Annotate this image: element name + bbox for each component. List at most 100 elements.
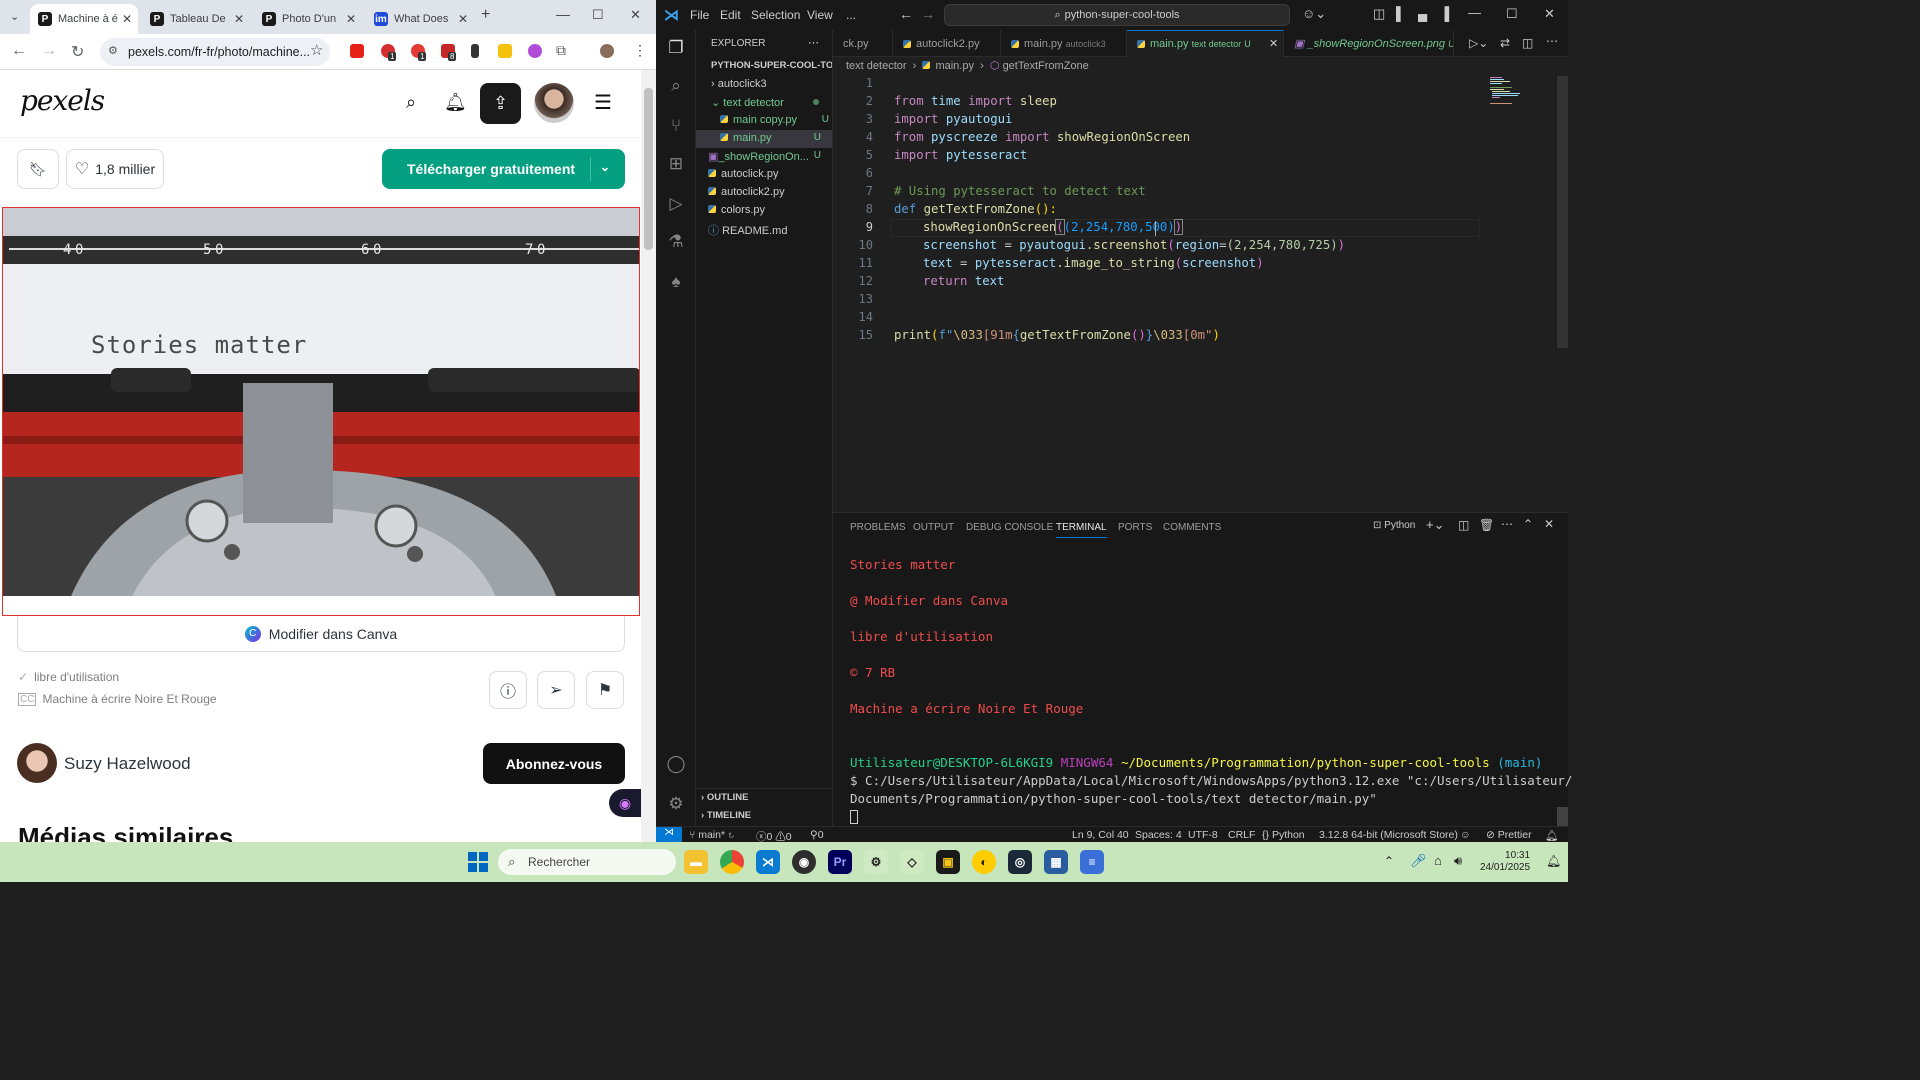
tab-terminal[interactable]: TERMINAL [1056, 522, 1107, 538]
tab-ports[interactable]: PORTS [1118, 522, 1152, 533]
tree-file[interactable]: ▣_showRegionOn... U [708, 150, 832, 163]
extensions-icon[interactable]: ⊞ [665, 154, 687, 176]
bookmark-button[interactable]: 🔖︎ [17, 149, 59, 189]
file-explorer-icon[interactable]: ▬ [684, 850, 708, 874]
editor-tab[interactable]: autoclick2.py [893, 30, 1001, 57]
author-avatar[interactable] [17, 743, 57, 783]
extension-icon[interactable] [528, 44, 542, 58]
split-terminal-icon[interactable]: ◫ [1458, 518, 1469, 532]
forward-icon[interactable]: → [41, 42, 57, 60]
app-icon[interactable]: ◐ [972, 850, 996, 874]
menu-selection[interactable]: Selection [751, 8, 800, 22]
toggle-secondary-sidebar-icon[interactable]: ▐ [1440, 6, 1449, 21]
site-info-icon[interactable]: ⚙ [108, 44, 118, 57]
language-mode[interactable]: {} Python [1262, 829, 1305, 841]
more-actions-icon[interactable]: ⋯ [1546, 34, 1558, 48]
puzzle-extensions-icon[interactable]: ⧉ [556, 42, 566, 59]
breadcrumb-item[interactable]: main.py [935, 60, 974, 72]
explorer-icon[interactable]: ❐ [665, 38, 687, 60]
extension-icon[interactable]: 8 [441, 44, 457, 61]
extension-icon[interactable] [498, 44, 512, 58]
editor-tab-active[interactable]: main.py text detector U ✕ [1127, 30, 1284, 57]
tab-search-icon[interactable]: ⌄ [10, 10, 19, 23]
close-panel-icon[interactable]: ✕ [1544, 517, 1554, 531]
obs-icon[interactable]: ◉ [792, 850, 816, 874]
layout-icon[interactable]: ◫ [1373, 6, 1385, 22]
code-editor[interactable]: 1 2 3 4 5 6 7 8 9 10 11 12 13 14 15 from time import s… [833, 76, 1568, 512]
back-icon[interactable]: ← [899, 6, 913, 22]
microphone-icon[interactable]: 🎤︎ [1410, 853, 1427, 869]
minimize-icon[interactable]: — [1468, 5, 1481, 20]
menu-view[interactable]: View [807, 8, 833, 22]
volume-icon[interactable]: 🔊︎ [1454, 853, 1462, 869]
tree-file[interactable]: main copy.py U [720, 114, 832, 126]
info-button[interactable]: ⓘ [489, 671, 527, 709]
app-icon[interactable]: ▣ [936, 850, 960, 874]
close-window-icon[interactable]: ✕ [630, 7, 641, 23]
tab-debug-console[interactable]: DEBUG CONSOLE [966, 522, 1053, 533]
settings-gear-icon[interactable]: ⚙ [665, 794, 687, 816]
tree-folder[interactable]: › autoclick3 [711, 78, 767, 90]
maximize-panel-icon[interactable]: ⌃ [1523, 517, 1533, 531]
menu-more[interactable]: ... [846, 8, 856, 22]
extension-icon[interactable] [471, 44, 479, 58]
git-branch[interactable]: ⑂ main* ↻ [689, 829, 734, 841]
reload-icon[interactable]: ↻ [71, 42, 84, 62]
browser-tab[interactable]: P Photo D'un ✕ [254, 4, 362, 34]
menu-edit[interactable]: Edit [720, 8, 741, 22]
browser-tab[interactable]: im What Does ✕ [366, 4, 474, 34]
bookmark-star-icon[interactable]: ☆ [310, 41, 323, 59]
maximize-icon[interactable]: ☐ [592, 7, 604, 23]
browser-tab-active[interactable]: P Machine à é ✕ [30, 4, 138, 34]
notifications-bell-icon[interactable]: 🔔︎ [1545, 829, 1558, 842]
youtube-extension-icon[interactable] [350, 44, 364, 58]
tab-problems[interactable]: PROBLEMS [850, 522, 906, 533]
like-button[interactable]: ♡ 1,8 millier [66, 149, 164, 189]
tree-file[interactable]: autoclick.py [708, 168, 778, 180]
prettier-status[interactable]: ⊘ Prettier [1486, 829, 1532, 841]
close-tab-icon[interactable]: ✕ [122, 12, 132, 26]
new-terminal-icon[interactable]: +⌄ [1426, 517, 1444, 533]
search-icon[interactable]: ⌕ [406, 92, 416, 113]
scrollbar-thumb[interactable] [644, 88, 653, 250]
tree-file[interactable]: autoclick2.py [708, 186, 785, 198]
photo-typewriter[interactable]: 4 0 5 0 6 0 7 0 Stories matter [2, 207, 640, 616]
project-folder[interactable]: PYTHON-SUPER-COOL-TO... [711, 60, 832, 71]
vscode-icon[interactable]: ⋊ [756, 850, 780, 874]
premiere-pro-icon[interactable]: Pr [828, 850, 852, 874]
run-debug-icon[interactable]: ▷ [665, 194, 687, 216]
compare-changes-icon[interactable]: ⇄ [1500, 36, 1510, 50]
tree-file[interactable]: ⓘ README.md [708, 222, 787, 238]
editor-tab[interactable]: ck.py [833, 30, 893, 57]
toggle-sidebar-icon[interactable]: ▌ [1396, 6, 1405, 21]
outline-section[interactable]: › OUTLINE [701, 792, 749, 803]
new-tab-icon[interactable]: + [481, 6, 490, 24]
tree-file-selected[interactable]: main.py U [696, 130, 832, 148]
address-bar[interactable]: ⚙ pexels.com/fr-fr/photo/machine... [100, 38, 330, 66]
taskbar-search[interactable]: ⌕ Rechercher [498, 849, 676, 875]
notification-bell-icon[interactable]: 🔔︎ [1546, 854, 1561, 868]
chrome-icon[interactable] [720, 850, 744, 874]
cursor-position[interactable]: Ln 9, Col 40 [1072, 829, 1129, 841]
menu-file[interactable]: File [690, 8, 709, 22]
system-clock[interactable]: 10:31 24/01/2025 [1480, 850, 1530, 874]
testing-icon[interactable]: ⚗ [665, 232, 687, 254]
run-python-icon[interactable]: ▷⌄ [1469, 36, 1488, 50]
editor-tab[interactable]: main.py autoclick3 [1001, 30, 1127, 57]
assistant-bubble-icon[interactable]: ◉ [609, 789, 641, 817]
close-tab-icon[interactable]: ✕ [234, 12, 244, 26]
close-tab-icon[interactable]: ✕ [1269, 37, 1278, 50]
copilot-icon[interactable]: ☺⌄ [1302, 6, 1326, 22]
end-of-line[interactable]: CRLF [1228, 829, 1255, 841]
tab-comments[interactable]: COMMENTS [1163, 522, 1221, 533]
trash-icon[interactable]: 🗑︎ [1479, 518, 1494, 532]
hamburger-menu-icon[interactable]: ☰ [594, 90, 612, 115]
minimize-icon[interactable]: — [556, 6, 570, 22]
mongodb-icon[interactable]: ♠ [665, 272, 687, 294]
account-icon[interactable]: ◯ [665, 754, 687, 776]
unity-icon[interactable]: ◇ [900, 850, 924, 874]
command-center[interactable]: ⌕ python-super-cool-tools [944, 4, 1290, 26]
notepad-icon[interactable]: ≡ [1080, 850, 1104, 874]
terminal-profile[interactable]: ⊡ Python [1373, 520, 1415, 531]
toggle-panel-icon[interactable]: ▄ [1418, 6, 1427, 21]
